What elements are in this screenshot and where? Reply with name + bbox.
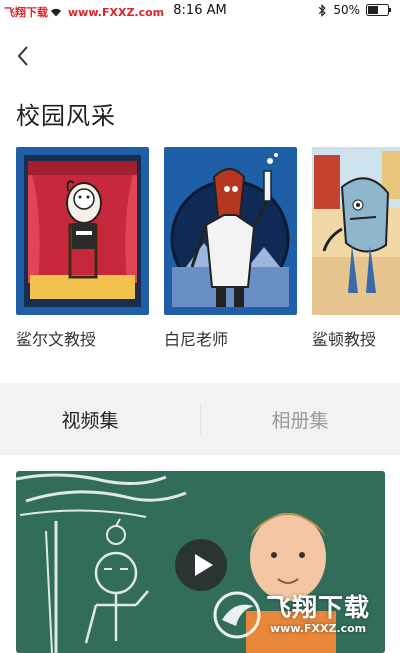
teacher-illustration[interactable] [164, 147, 297, 315]
watermark: 飞翔下载 www.FXXZ.com [212, 586, 384, 650]
teacher-name: 鲨顿教授 [312, 330, 377, 349]
play-button[interactable] [175, 539, 227, 591]
tab-bar: 视频集 相册集 [0, 383, 400, 455]
bluetooth-icon [319, 3, 326, 17]
teacher-card[interactable]: 鲨尔文教授 [16, 147, 149, 349]
battery-icon [366, 4, 391, 16]
teacher-carousel[interactable]: 鲨尔文教授 白尼老师 鲨顿教授 [16, 147, 400, 357]
teacher-illustration[interactable] [312, 147, 400, 315]
teacher-name: 鲨尔文教授 [16, 330, 97, 349]
teacher-name: 白尼老师 [164, 330, 229, 349]
watermark-logo-icon [213, 591, 261, 639]
play-icon [195, 554, 213, 576]
teacher-card[interactable]: 白尼老师 [164, 147, 297, 349]
section-title: 校园风采 [16, 102, 116, 130]
battery-percent: 50% [333, 3, 360, 17]
status-bar: 飞翔下载 www.FXXZ.com 8:16 AM 50% [0, 0, 400, 24]
watermark-url: www.FXXZ.com [270, 622, 367, 635]
tab-album-collection[interactable]: 相册集 [200, 383, 400, 455]
status-right: 50% [317, 3, 392, 17]
chevron-left-icon [17, 46, 28, 66]
back-button[interactable] [12, 42, 36, 70]
teacher-illustration[interactable] [16, 147, 149, 315]
teacher-card[interactable]: 鲨顿教授 [312, 147, 400, 349]
watermark-title: 飞翔下载 [266, 593, 371, 622]
tab-video-collection[interactable]: 视频集 [0, 383, 190, 455]
